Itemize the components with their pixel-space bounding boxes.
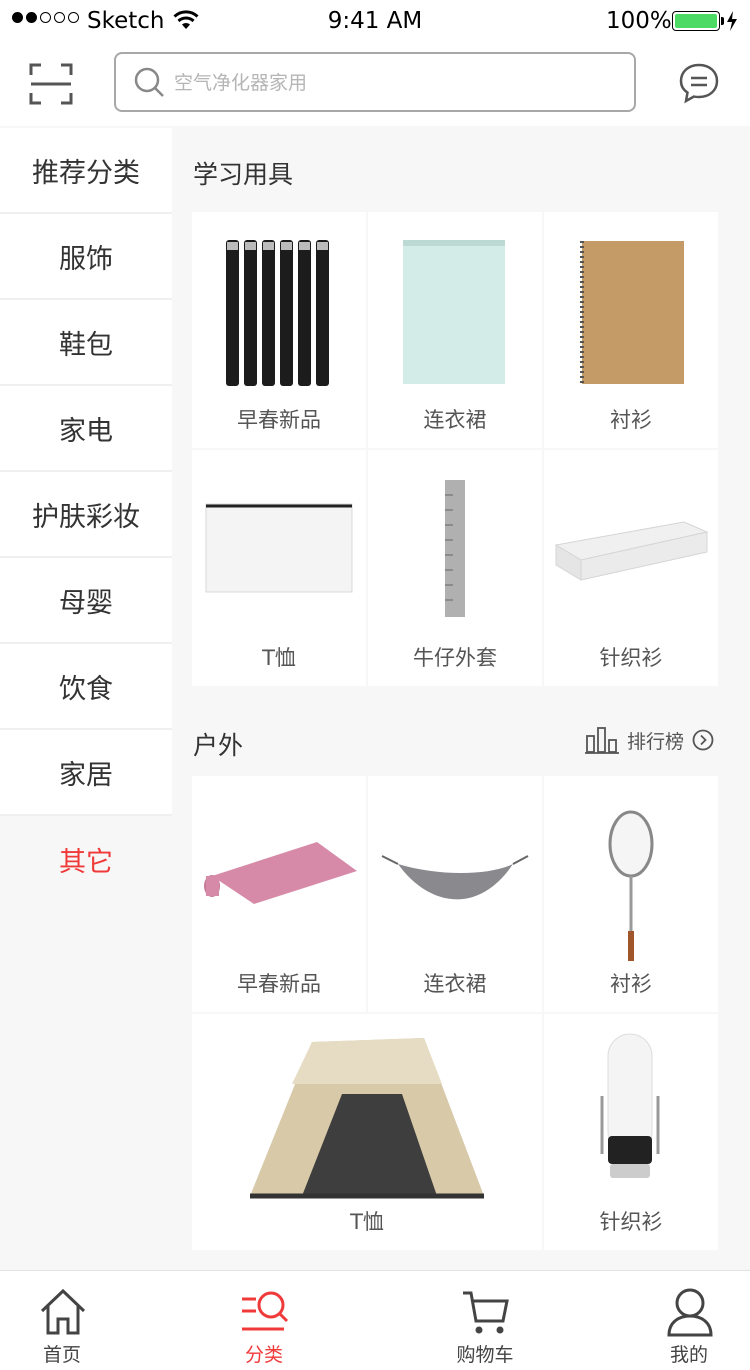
sidebar-item-baby[interactable]: 母婴 (0, 558, 172, 644)
product-card[interactable]: 衬衫 (544, 212, 718, 448)
zipper-pouch-image (205, 503, 353, 593)
search-input[interactable] (174, 68, 614, 98)
product-card[interactable]: T恤 (192, 1014, 542, 1250)
tent-image (250, 1038, 484, 1199)
tab-cart[interactable]: 购物车 (425, 1271, 545, 1370)
chevron-right-circle-icon (692, 729, 714, 751)
product-card[interactable]: 早春新品 (192, 212, 366, 448)
notepad-image (403, 240, 505, 384)
home-icon (40, 1288, 86, 1335)
product-card[interactable]: 衬衫 (544, 776, 718, 1012)
tab-label: 我的 (669, 1344, 708, 1366)
product-label: 连衣裙 (423, 408, 487, 432)
product-card[interactable]: 早春新品 (192, 776, 366, 1012)
tab-category[interactable]: 分类 (204, 1271, 324, 1370)
sidebar-item-home[interactable]: 家居 (0, 730, 172, 816)
tab-profile[interactable]: 我的 (629, 1271, 749, 1370)
product-card[interactable]: 连衣裙 (368, 212, 542, 448)
sidebar-item-food[interactable]: 饮食 (0, 644, 172, 730)
charging-icon (727, 11, 737, 31)
badminton-racket-image (608, 810, 654, 961)
ruler-image (445, 480, 465, 617)
spiral-notebook-image (580, 241, 684, 384)
sidebar-item-other[interactable]: 其它 (0, 816, 172, 902)
product-label: 针织衫 (599, 646, 663, 670)
profile-icon (667, 1288, 713, 1337)
ranking-label: 排行榜 (627, 730, 685, 753)
status-bar: Sketch 9:41 AM 100% (0, 0, 750, 44)
ink-cartridges-image (226, 240, 329, 386)
product-label: 连衣裙 (423, 972, 487, 996)
tab-label: 分类 (244, 1344, 283, 1366)
product-card[interactable]: 针织衫 (544, 450, 718, 686)
sidebar-item-appliances[interactable]: 家电 (0, 386, 172, 472)
product-card[interactable]: 针织衫 (544, 1014, 718, 1250)
tab-label: 首页 (42, 1344, 81, 1366)
section-title-outdoor: 户外 (193, 731, 244, 760)
cart-icon (463, 1291, 509, 1334)
hammock-image (381, 855, 529, 900)
yoga-mat-image (204, 842, 357, 904)
pencil-case-image (554, 521, 709, 581)
category-sidebar: 推荐分类 服饰 鞋包 家电 护肤彩妆 母婴 饮食 家居 其它 (0, 128, 172, 902)
product-label: 衬衫 (610, 972, 652, 996)
product-label: 针织衫 (599, 1210, 663, 1234)
lantern-image (600, 1033, 660, 1178)
search-icon (134, 67, 164, 97)
sidebar-item-skincare[interactable]: 护肤彩妆 (0, 472, 172, 558)
sidebar-item-clothing[interactable]: 服饰 (0, 214, 172, 300)
product-label: 衬衫 (610, 408, 652, 432)
category-icon (242, 1291, 289, 1331)
message-icon[interactable] (678, 62, 720, 104)
tab-label: 购物车 (456, 1344, 514, 1366)
tab-bar: 首页 分类 购物车 我的 (0, 1270, 750, 1370)
bar-chart-icon (585, 727, 619, 754)
ranking-link[interactable]: 排行榜 (585, 726, 714, 754)
product-card[interactable]: 牛仔外套 (368, 450, 542, 686)
tab-home[interactable]: 首页 (2, 1271, 122, 1370)
product-label: 早春新品 (237, 408, 321, 432)
sidebar-item-recommended[interactable]: 推荐分类 (0, 128, 172, 214)
search-box[interactable] (114, 52, 636, 112)
product-label: T恤 (262, 646, 296, 670)
battery-percentage: 100% (606, 8, 672, 34)
battery-icon (672, 11, 720, 31)
product-card[interactable]: T恤 (192, 450, 366, 686)
top-bar (0, 44, 750, 126)
product-label: 早春新品 (237, 972, 321, 996)
sidebar-item-shoes-bags[interactable]: 鞋包 (0, 300, 172, 386)
product-label: 牛仔外套 (413, 646, 497, 670)
product-label: T恤 (350, 1210, 384, 1234)
product-card[interactable]: 连衣裙 (368, 776, 542, 1012)
section-title-stationery: 学习用具 (193, 160, 294, 189)
scan-icon[interactable] (29, 62, 73, 106)
